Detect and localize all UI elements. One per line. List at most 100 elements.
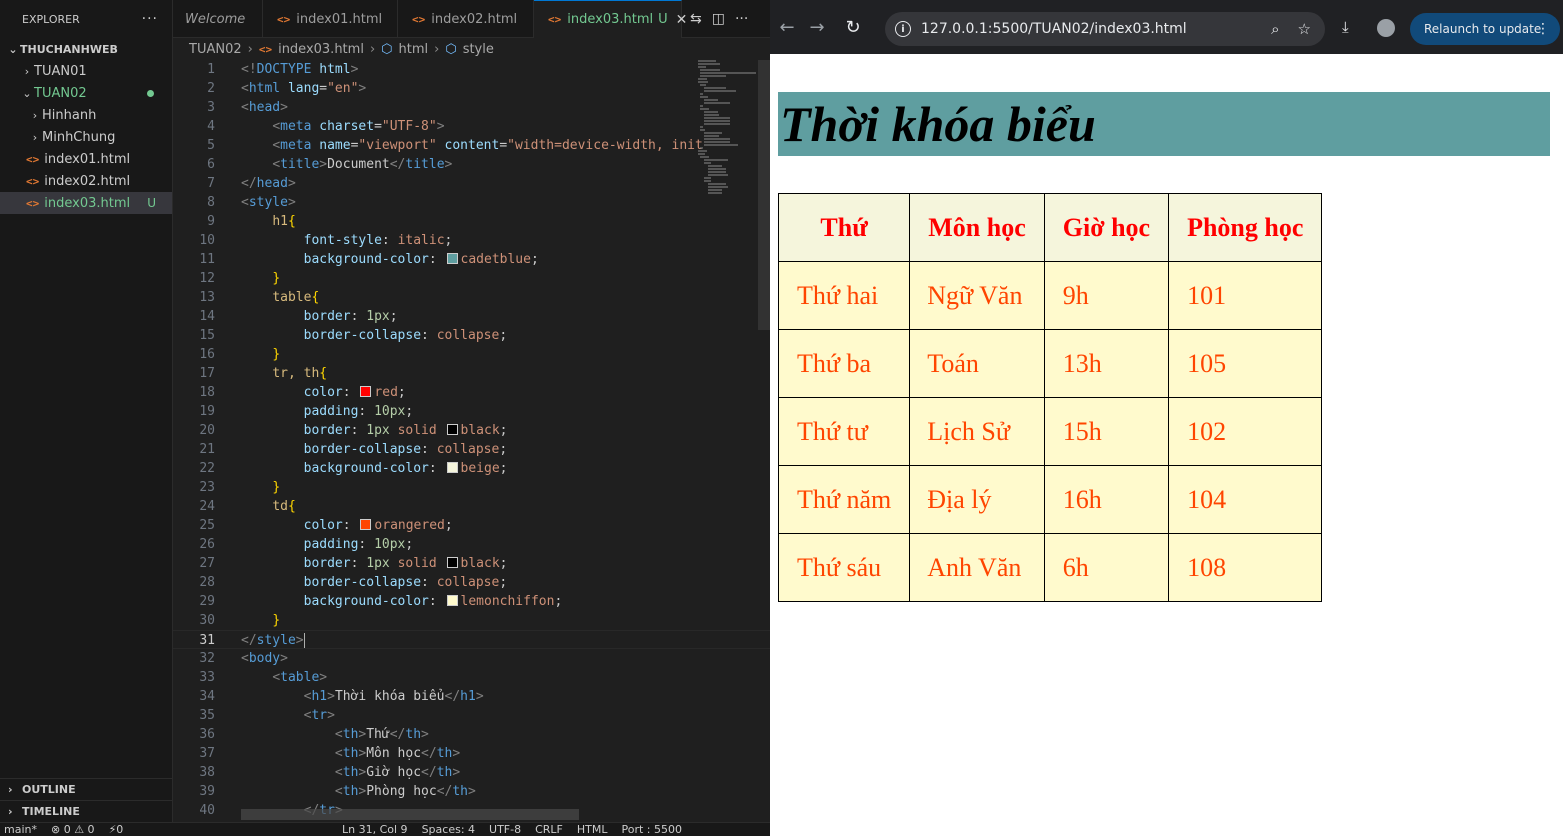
color-swatch[interactable]	[446, 462, 458, 473]
breadcrumb-item[interactable]: index03.html	[278, 42, 364, 57]
table-cell: Thứ tư	[777, 397, 911, 466]
line-number: 13	[199, 290, 215, 305]
table-cell: 101	[1168, 261, 1323, 330]
table-row: Thứ ba Toán 13h 105	[777, 329, 1323, 398]
profile-avatar[interactable]	[1377, 19, 1395, 37]
color-swatch[interactable]	[446, 557, 458, 568]
tree-file-index02[interactable]: <> index02.html	[0, 170, 172, 192]
tree-folder-minhchung[interactable]: › MinhChung	[0, 126, 172, 148]
table-cell: 9h	[1043, 261, 1170, 330]
line-number: 1	[207, 62, 215, 77]
tab-index01[interactable]: <> index01.html	[263, 0, 398, 38]
tree-file-index03[interactable]: <> index03.html U	[0, 192, 172, 214]
color-swatch[interactable]	[360, 519, 372, 530]
code-editor[interactable]: 1 <!DOCTYPE html> 2 <html lang="en"> 3 <hea…	[173, 60, 770, 820]
ports-indicator[interactable]: ⚡0	[109, 823, 124, 836]
more-actions-icon[interactable]: ···	[735, 11, 748, 27]
code-text: <h1>Thời khóa biểu</h1>	[303, 689, 484, 704]
line-number: 35	[199, 708, 215, 723]
explorer-title: EXPLORER	[22, 12, 80, 26]
back-icon[interactable]: ←	[772, 17, 802, 38]
code-text: font-style: italic;	[303, 233, 453, 248]
forward-icon[interactable]: →	[802, 17, 832, 38]
code-line: 34 <h1>Thời khóa biểu</h1>	[173, 687, 770, 706]
menu-kebab-icon[interactable]: ⋮	[1536, 21, 1550, 37]
tree-label: index02.html	[44, 173, 131, 189]
color-swatch[interactable]	[446, 595, 458, 606]
split-editor-icon[interactable]: ◫	[712, 11, 725, 27]
timeline-label: TIMELINE	[22, 805, 80, 818]
color-swatch[interactable]	[446, 253, 458, 264]
breadcrumb-item[interactable]: TUAN02	[189, 42, 242, 57]
code-text: border: 1px solid black;	[303, 556, 508, 571]
code-line: 26 padding: 10px;	[173, 535, 770, 554]
code-line: 13 table{	[173, 288, 770, 307]
line-number: 21	[199, 442, 215, 457]
address-bar[interactable]: i 127.0.0.1:5500/TUAN02/index03.html ⌕ ☆	[885, 12, 1325, 46]
tree-folder-hinhanh[interactable]: › Hinhanh	[0, 104, 172, 126]
relaunch-button[interactable]: Relaunch to update ⋮	[1410, 13, 1560, 45]
language-mode[interactable]: HTML	[577, 823, 608, 836]
table-row: Thứ năm Địa lý 16h 104	[777, 465, 1323, 534]
close-icon[interactable]: ✕	[676, 12, 688, 28]
indentation[interactable]: Spaces: 4	[422, 823, 475, 836]
color-swatch[interactable]	[446, 424, 458, 435]
workspace-root[interactable]: ⌄ THUCHANHWEB	[0, 38, 172, 60]
line-number: 4	[207, 119, 215, 134]
line-number: 3	[207, 100, 215, 115]
url-text[interactable]: 127.0.0.1:5500/TUAN02/index03.html	[921, 21, 1187, 37]
code-text: color: orangered;	[303, 518, 453, 533]
bookmark-star-icon[interactable]: ☆	[1298, 20, 1311, 38]
code-text: padding: 10px;	[303, 537, 414, 552]
live-server-port[interactable]: Port : 5500	[622, 823, 683, 836]
code-text: </style>	[215, 631, 313, 648]
breadcrumb-item[interactable]: style	[463, 42, 494, 57]
more-actions-icon[interactable]: ···	[142, 11, 158, 27]
tree-file-index01[interactable]: <> index01.html	[0, 148, 172, 170]
line-number: 16	[199, 347, 215, 362]
modified-dot-icon	[147, 90, 154, 97]
relaunch-label: Relaunch to update	[1424, 22, 1542, 36]
code-text: table{	[272, 290, 320, 305]
zoom-icon[interactable]: ⌕	[1271, 20, 1279, 38]
site-info-icon[interactable]: i	[895, 21, 911, 37]
code-line: 12 }	[173, 269, 770, 288]
line-number: 38	[199, 765, 215, 780]
problems-indicator[interactable]: ⊗ 0 ⚠ 0	[51, 823, 95, 836]
download-icon[interactable]: ⤓	[1342, 18, 1349, 36]
outline-section[interactable]: › OUTLINE	[0, 778, 173, 800]
breadcrumb-item[interactable]: html	[399, 42, 429, 57]
code-text: <head>	[241, 100, 288, 115]
tree-folder-tuan02[interactable]: ⌄ TUAN02	[0, 82, 172, 104]
color-swatch[interactable]	[360, 386, 372, 397]
reload-icon[interactable]: ↻	[838, 17, 868, 38]
timeline-section[interactable]: › TIMELINE	[0, 800, 173, 822]
git-branch[interactable]: main*	[4, 823, 37, 836]
encoding[interactable]: UTF-8	[489, 823, 521, 836]
line-number: 40	[199, 803, 215, 818]
line-number: 29	[199, 594, 215, 609]
line-number: 8	[207, 195, 215, 210]
compare-changes-icon[interactable]: ⇆	[690, 11, 702, 27]
tab-index02[interactable]: <> index02.html	[398, 0, 534, 38]
chevron-right-icon: ›	[8, 783, 13, 796]
tree-folder-tuan01[interactable]: › TUAN01	[0, 60, 172, 82]
code-line: 35 <tr>	[173, 706, 770, 725]
horizontal-scrollbar[interactable]	[241, 809, 579, 820]
code-line: 10 font-style: italic;	[173, 231, 770, 250]
minimap[interactable]	[690, 60, 758, 200]
tab-index03[interactable]: <> index03.html U ✕	[534, 0, 687, 38]
line-ending[interactable]: CRLF	[535, 823, 563, 836]
code-text: background-color: lemonchiffon;	[303, 594, 563, 609]
vertical-scrollbar[interactable]	[758, 60, 770, 330]
table-row: Thứ sáu Anh Văn 6h 108	[777, 533, 1323, 602]
chevron-down-icon: ⌄	[8, 42, 18, 56]
tab-welcome[interactable]: Welcome	[173, 0, 263, 38]
line-number: 18	[199, 385, 215, 400]
html-file-icon: <>	[277, 12, 291, 26]
table-row: Thứ hai Ngữ Văn 9h 101	[777, 261, 1323, 330]
chevron-right-icon: ›	[24, 64, 30, 78]
cursor-position[interactable]: Ln 31, Col 9	[342, 823, 408, 836]
code-text: <style>	[241, 195, 296, 210]
code-line: 4 <meta charset="UTF-8">	[173, 117, 770, 136]
